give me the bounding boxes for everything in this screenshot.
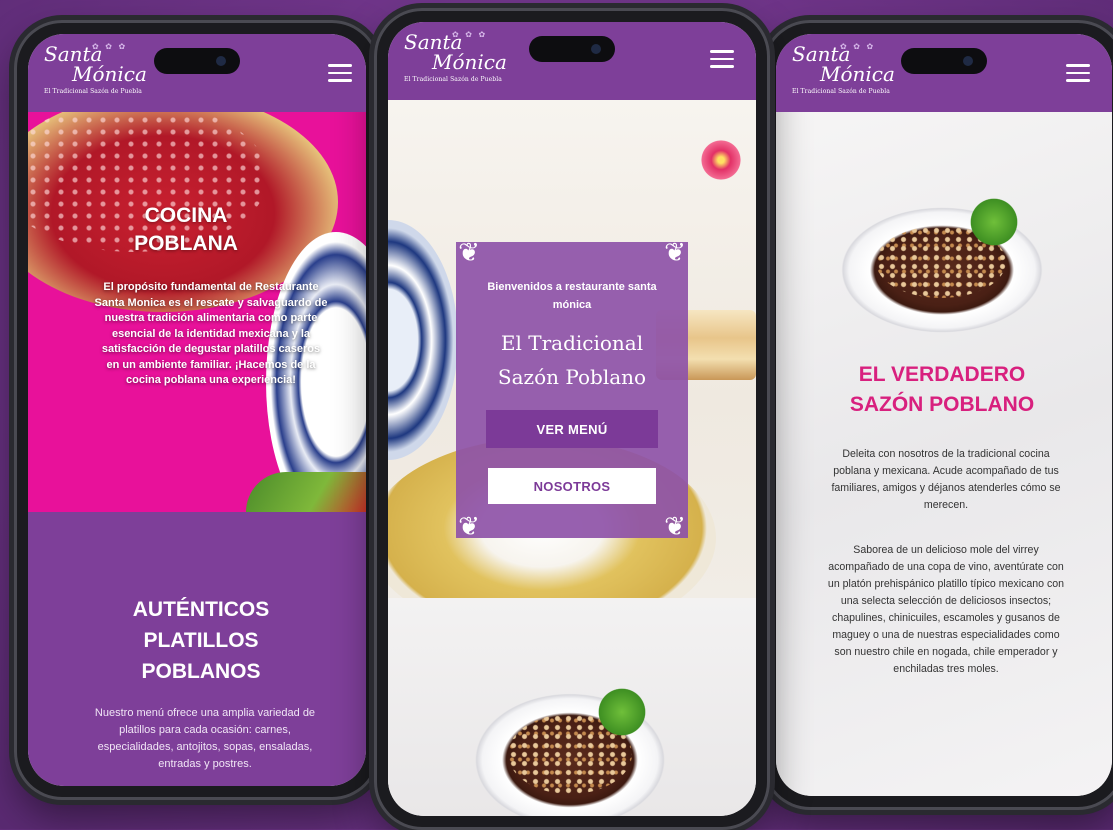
section-text: Nuestro menú ofrece una amplia variedad … [94, 707, 316, 770]
section-title: AUTÉNTICOS PLATILLOS POBLANOS [132, 598, 270, 683]
welcome-card: ❦ ❦ ❦ ❦ Bienvenidos a restaurante santa … [456, 238, 688, 542]
ornament-corner-icon: ❦ [664, 238, 686, 268]
dynamic-island [529, 36, 615, 62]
phone-mockup-right: Santa Mónica ✿ ✿ ✿ El Tradicional Sazón … [762, 20, 1113, 810]
section-paragraph-2: Saborea de un delicioso mole del virrey … [827, 544, 1065, 675]
hero-title: El Tradicional Sazón Poblano [497, 331, 647, 389]
logo-tagline: El Tradicional Sazón de Puebla [404, 76, 502, 83]
ornament-corner-icon: ❦ [458, 238, 480, 268]
section-paragraph-1: Deleita con nosotros de la tradicional c… [831, 448, 1061, 511]
dishes-section: AUTÉNTICOS PLATILLOS POBLANOS Nuestro me… [28, 512, 366, 786]
logo-line2: Mónica [72, 62, 147, 86]
logo-line2: Mónica [432, 50, 507, 74]
view-menu-button[interactable]: VER MENÚ [486, 410, 658, 448]
logo-flower-icon: ✿ ✿ ✿ [840, 42, 876, 51]
logo-line2: Mónica [820, 62, 895, 86]
hamburger-icon[interactable] [328, 64, 352, 82]
hero-text: El propósito fundamental de Restaurante … [94, 281, 328, 386]
herb-garnish-image [966, 196, 1022, 248]
hamburger-icon[interactable] [710, 50, 734, 68]
dynamic-island [154, 48, 240, 74]
featured-dish-section [388, 598, 756, 816]
phone-screen: Santa Mónica ✿ ✿ ✿ El Tradicional Sazón … [28, 34, 366, 786]
logo-flower-icon: ✿ ✿ ✿ [452, 30, 488, 39]
hamburger-icon[interactable] [1066, 64, 1090, 82]
logo-tagline: El Tradicional Sazón de Puebla [44, 88, 142, 95]
section-title: EL VERDADERO SAZÓN POBLANO [849, 363, 1035, 416]
logo-flower-icon: ✿ ✿ ✿ [92, 42, 128, 51]
phone-screen: Santa Mónica ✿ ✿ ✿ El Tradicional Sazón … [776, 34, 1112, 796]
hero-section: ❦ ❦ ❦ ❦ Bienvenidos a restaurante santa … [388, 100, 756, 598]
flower-image [696, 140, 746, 180]
welcome-text: Bienvenidos a restaurante santa mónica [487, 281, 657, 311]
phone-screen: Santa Mónica ✿ ✿ ✿ El Tradicional Sazón … [388, 22, 756, 816]
about-us-button[interactable]: NOSOTROS [488, 468, 656, 504]
phone-mockup-left: Santa Mónica ✿ ✿ ✿ El Tradicional Sazón … [14, 20, 380, 800]
ornament-corner-icon: ❦ [458, 512, 480, 542]
ornament-corner-icon: ❦ [664, 512, 686, 542]
dynamic-island [901, 48, 987, 74]
salad-image [246, 472, 366, 512]
hero-title: COCINA POBLANA [134, 204, 238, 255]
talavera-bowl-image [388, 220, 458, 460]
herb-garnish-image [594, 686, 650, 738]
logo-tagline: El Tradicional Sazón de Puebla [792, 88, 890, 95]
phone-mockup-center: Santa Mónica ✿ ✿ ✿ El Tradicional Sazón … [374, 8, 770, 830]
